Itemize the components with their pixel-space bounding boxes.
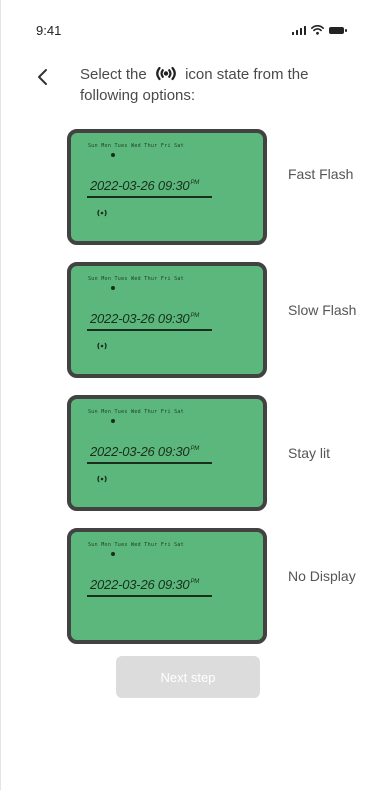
lcd-weekdays: Sun Mon Tues Wed Thur Fri Sat <box>88 276 184 282</box>
option-card-no-display[interactable]: Sun Mon Tues Wed Thur Fri Sat 2022-03-26… <box>67 528 267 644</box>
lcd-display: Sun Mon Tues Wed Thur Fri Sat 2022-03-26… <box>67 395 267 511</box>
cellular-signal-icon <box>291 26 306 35</box>
back-button[interactable] <box>34 64 54 90</box>
lcd-underline <box>87 329 212 331</box>
lcd-weekdays: Sun Mon Tues Wed Thur Fri Sat <box>88 143 184 149</box>
signal-waves-icon <box>156 66 176 81</box>
lcd-signal-waves-icon <box>97 209 107 217</box>
lcd-datetime-suffix: PM <box>190 313 200 319</box>
lcd-datetime: 2022-03-26 09:30PM <box>90 311 200 326</box>
lcd-datetime: 2022-03-26 09:30PM <box>90 444 200 459</box>
lcd-display: Sun Mon Tues Wed Thur Fri Sat 2022-03-26… <box>67 262 267 378</box>
lcd-weekdays: Sun Mon Tues Wed Thur Fri Sat <box>88 542 184 548</box>
lcd-weekdays: Sun Mon Tues Wed Thur Fri Sat <box>88 409 184 415</box>
wifi-icon <box>311 25 324 35</box>
option-label-no-display[interactable]: No Display <box>288 567 358 586</box>
option-label-slow-flash[interactable]: Slow Flash <box>288 301 358 320</box>
instruction-before: Select the <box>80 66 147 83</box>
option-card-stay-lit[interactable]: Sun Mon Tues Wed Thur Fri Sat 2022-03-26… <box>67 395 267 511</box>
lcd-signal-waves-icon <box>97 475 107 483</box>
lcd-datetime-suffix: PM <box>190 579 200 585</box>
lcd-datetime: 2022-03-26 09:30PM <box>90 178 200 193</box>
instruction-text: Select the icon state from the following… <box>80 64 350 106</box>
lcd-underline <box>87 595 212 597</box>
lcd-datetime-suffix: PM <box>190 180 200 186</box>
option-label-stay-lit[interactable]: Stay lit <box>288 444 358 463</box>
status-time: 9:41 <box>36 23 62 38</box>
left-frame-edge <box>0 0 1 790</box>
lcd-underline <box>87 462 212 464</box>
chevron-left-icon <box>38 69 47 85</box>
lcd-datetime-suffix: PM <box>190 446 200 452</box>
lcd-display: Sun Mon Tues Wed Thur Fri Sat 2022-03-26… <box>67 528 267 644</box>
lcd-signal-waves-icon <box>97 342 107 350</box>
battery-icon <box>329 27 347 34</box>
lcd-day-marker <box>111 286 115 290</box>
lcd-day-marker <box>111 419 115 423</box>
lcd-display: Sun Mon Tues Wed Thur Fri Sat 2022-03-26… <box>67 129 267 245</box>
option-label-fast-flash[interactable]: Fast Flash <box>288 165 358 184</box>
option-card-slow-flash[interactable]: Sun Mon Tues Wed Thur Fri Sat 2022-03-26… <box>67 262 267 378</box>
next-step-button[interactable]: Next step <box>116 656 260 698</box>
lcd-datetime: 2022-03-26 09:30PM <box>90 577 200 592</box>
lcd-day-marker <box>111 153 115 157</box>
status-icons <box>291 25 347 35</box>
status-bar: 9:41 <box>0 0 366 46</box>
lcd-day-marker <box>111 552 115 556</box>
lcd-underline <box>87 196 212 198</box>
option-card-fast-flash[interactable]: Sun Mon Tues Wed Thur Fri Sat 2022-03-26… <box>67 129 267 245</box>
